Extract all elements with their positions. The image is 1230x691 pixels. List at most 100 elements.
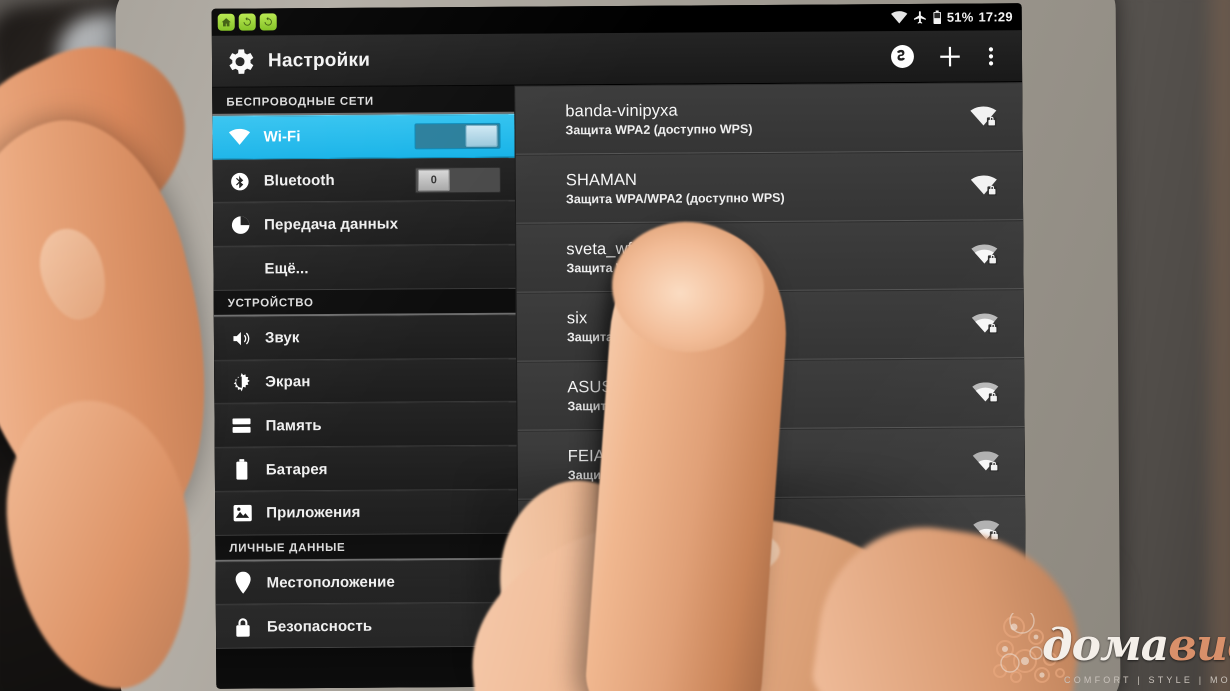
wifi-security: Защита WPA/WPA2	[566, 260, 683, 275]
wifi-item-text: SHAMAN Защита WPA/WPA2 (доступно WPS)	[566, 168, 967, 207]
toggle-knob: 0	[417, 168, 450, 191]
location-pin-icon	[230, 570, 256, 596]
wifi-signal-secured-icon	[967, 243, 1001, 266]
sidebar-item-label: Экран	[265, 373, 311, 391]
sidebar-item-label: Передача данных	[264, 215, 399, 234]
sidebar-item-label: Wi-Fi	[263, 128, 301, 146]
wifi-item-text: 811 Защита WPA/W	[568, 513, 969, 552]
wifi-list-item[interactable]: 811 Защита WPA/W	[518, 496, 1026, 569]
wifi-ssid: SHAMAN	[565, 170, 638, 190]
wifi-signal-secured-icon	[969, 450, 1003, 473]
wifi-security: Защита WPA2 (доступно	[567, 397, 719, 413]
wps-button[interactable]	[878, 33, 926, 79]
wifi-icon	[891, 11, 908, 24]
wifi-security	[569, 611, 970, 614]
sidebar-item-label: Местоположение	[266, 573, 395, 592]
wifi-security: Защита WPA2 (дост	[567, 467, 689, 482]
airplane-mode-icon	[913, 10, 928, 25]
sidebar-item-apps[interactable]: Приложения	[215, 489, 518, 536]
data-usage-icon	[227, 212, 253, 238]
wifi-ssid: ASUS	[567, 377, 613, 396]
wifi-security: Защита WPA/WPA2 (доступно WPS)	[565, 190, 785, 206]
sidebar-group-header-wireless: БЕСПРОВОДНЫЕ СЕТИ	[212, 87, 515, 116]
wifi-item-text: T	[569, 589, 970, 614]
wifi-list-item[interactable]: banda-vinipyxa Защита WPA2 (доступно WPS…	[515, 82, 1023, 155]
wifi-security: Защита WPA/WPA2	[566, 329, 684, 344]
sidebar-item-label: Bluetooth	[263, 172, 335, 190]
notification-icons	[217, 13, 277, 31]
sidebar-item-location[interactable]: Местоположение	[215, 559, 518, 606]
action-bar: Настройки	[211, 30, 1023, 88]
wifi-icon	[226, 124, 252, 150]
wifi-security: Защита WPA2 (доступно WPS)	[565, 121, 753, 137]
sidebar-item-label: Приложения	[266, 504, 361, 522]
wifi-list-item[interactable]: sveta_wf Защита WPA/WPA2	[516, 220, 1024, 293]
sidebar-item-wifi[interactable]: Wi-Fi	[212, 113, 515, 160]
add-network-button[interactable]	[926, 33, 974, 79]
bluetooth-toggle[interactable]: 0	[414, 166, 501, 194]
settings-body: БЕСПРОВОДНЫЕ СЕТИ Wi-Fi Bluetooth 0 Пере…	[212, 82, 1027, 649]
tablet-screen: 51% 17:29 Настройки БЕСПРОВОДНЫЕ СЕТИ Wi…	[211, 3, 1027, 689]
sidebar-item-battery[interactable]: Батарея	[214, 445, 518, 492]
sidebar-item-sound[interactable]: Звук	[213, 314, 517, 361]
wifi-ssid: banda-vinipyxa	[565, 101, 678, 121]
sidebar-item-label: Звук	[264, 329, 300, 347]
sidebar-group-header-personal: ЛИЧНЫЕ ДАННЫЕ	[215, 533, 518, 562]
wifi-item-text: six Защита WPA/WPA2	[567, 306, 968, 345]
wifi-security: Защита WPA/W	[568, 536, 662, 551]
wifi-list-item[interactable]: SHAMAN Защита WPA/WPA2 (доступно WPS)	[515, 151, 1024, 224]
wifi-ssid: six	[566, 308, 588, 327]
wifi-signal-secured-icon	[968, 312, 1002, 335]
navigation-bar	[216, 643, 1027, 689]
wifi-item-text: FEIA Защита WPA2 (дост	[568, 444, 969, 483]
page-title: Настройки	[267, 49, 371, 71]
status-bar-right: 51% 17:29	[891, 9, 1013, 25]
wifi-list-item[interactable]: T	[518, 565, 1027, 638]
battery-icon	[229, 457, 255, 483]
sidebar-item-label: Ещё...	[264, 259, 309, 278]
wifi-ssid: 811	[568, 515, 595, 534]
sidebar-item-data-usage[interactable]: Передача данных	[212, 201, 516, 248]
wifi-item-text: sveta_wf Защита WPA/WPA2	[566, 237, 967, 276]
sound-icon	[228, 325, 254, 351]
wifi-item-text: banda-vinipyxa Защита WPA2 (доступно WPS…	[565, 99, 966, 138]
wifi-network-list: banda-vinipyxa Защита WPA2 (доступно WPS…	[514, 82, 1027, 647]
sidebar-item-more[interactable]: Ещё...	[213, 244, 516, 291]
display-icon	[228, 369, 254, 395]
sidebar-item-label: Память	[265, 416, 322, 435]
photo-scene: 51% 17:29 Настройки БЕСПРОВОДНЫЕ СЕТИ Wi…	[0, 0, 1230, 691]
wifi-ssid: sveta_wf	[566, 239, 633, 258]
wifi-signal-secured-icon	[967, 174, 1001, 197]
wifi-signal-secured-icon	[970, 588, 1004, 611]
lock-icon	[230, 614, 256, 640]
wifi-ssid: FEIA	[567, 446, 605, 465]
sidebar-item-storage[interactable]: Память	[214, 402, 517, 448]
toggle-knob	[465, 124, 498, 147]
tablet-device: 51% 17:29 Настройки БЕСПРОВОДНЫЕ СЕТИ Wi…	[115, 0, 1121, 691]
android-settings-app: 51% 17:29 Настройки БЕСПРОВОДНЫЕ СЕТИ Wi…	[211, 3, 1027, 689]
sidebar-group-header-device: УСТРОЙСТВО	[213, 288, 516, 317]
battery-icon	[933, 10, 942, 25]
wifi-list-item[interactable]: ASUS Защита WPA2 (доступно	[517, 358, 1025, 431]
storage-icon	[228, 413, 254, 439]
bluetooth-icon	[227, 168, 253, 194]
volume-speaker-icon[interactable]	[608, 653, 634, 678]
sidebar-item-bluetooth[interactable]: Bluetooth 0	[212, 157, 515, 204]
sync-green-icon	[259, 13, 277, 31]
background-edge	[1206, 0, 1230, 691]
apps-icon	[229, 500, 255, 526]
wifi-signal-secured-icon	[966, 105, 1000, 128]
sidebar-item-display[interactable]: Экран	[214, 358, 517, 405]
settings-gear-icon	[221, 42, 259, 80]
wifi-ssid: T	[568, 591, 580, 610]
wifi-list-item[interactable]: FEIA Защита WPA2 (дост	[517, 427, 1026, 500]
wifi-list-item[interactable]: six Защита WPA/WPA2	[516, 289, 1025, 362]
sidebar-item-label: Батарея	[265, 460, 328, 478]
sidebar-item-security[interactable]: Безопасность	[215, 603, 519, 649]
wifi-toggle[interactable]	[414, 122, 501, 150]
sync-green-icon	[238, 13, 256, 31]
overflow-menu-button[interactable]	[974, 33, 1008, 79]
wifi-signal-secured-icon	[969, 519, 1003, 542]
sidebar-item-label: Безопасность	[266, 617, 373, 636]
home-green-icon	[217, 13, 235, 31]
